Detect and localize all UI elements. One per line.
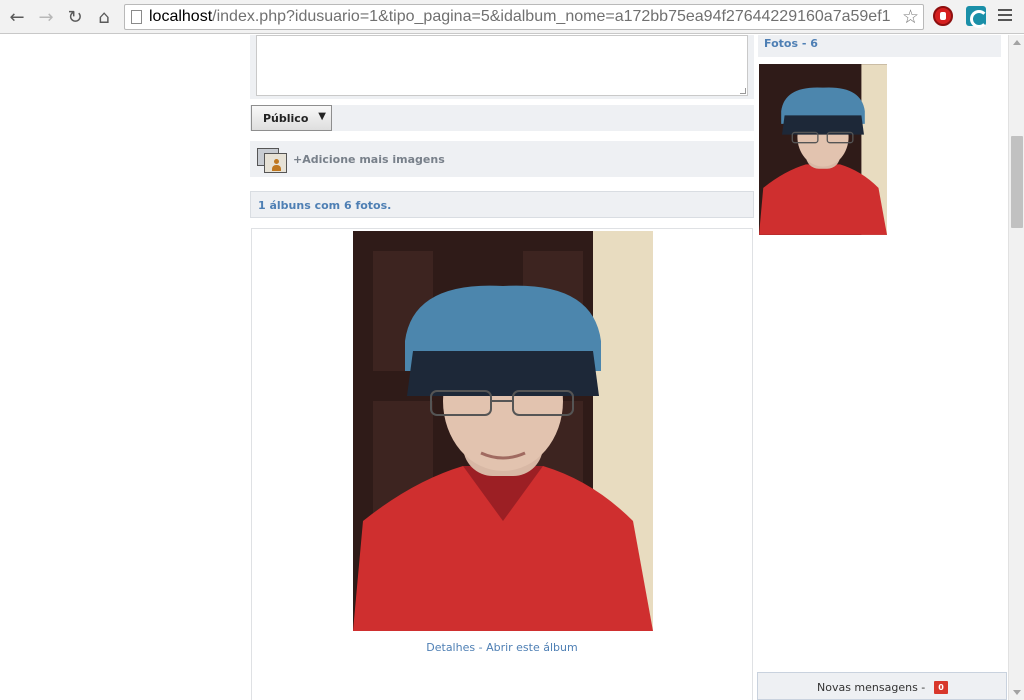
- scroll-thumb[interactable]: [1011, 136, 1023, 228]
- album-details-link[interactable]: Detalhes: [426, 641, 475, 654]
- home-icon[interactable]: ⌂: [93, 6, 115, 28]
- url-path: /index.php?idusuario=1&tipo_pagina=5&ida…: [212, 8, 891, 25]
- album-summary-bar: 1 álbuns com 6 fotos.: [250, 191, 754, 218]
- album-summary-text: 1 álbuns com 6 fotos.: [258, 199, 392, 212]
- photos-header-title[interactable]: Fotos - 6: [764, 37, 818, 50]
- forward-arrow-icon[interactable]: →: [35, 6, 57, 28]
- privacy-bar: Público ▼: [250, 105, 754, 131]
- back-arrow-icon[interactable]: ←: [6, 6, 28, 28]
- album-card: Detalhes - Abrir este álbum: [251, 228, 753, 700]
- new-messages-bar[interactable]: Novas mensagens - 0: [757, 672, 1007, 700]
- new-messages-label: Novas mensagens -: [817, 681, 926, 694]
- menu-icon[interactable]: [998, 9, 1012, 23]
- reload-icon[interactable]: ↻: [64, 6, 86, 28]
- stop-extension-icon[interactable]: [933, 6, 953, 26]
- page-scrollbar[interactable]: [1008, 35, 1024, 700]
- album-cover-photo[interactable]: [353, 231, 653, 631]
- post-composer: [250, 35, 754, 99]
- page-icon: [131, 10, 142, 24]
- privacy-select[interactable]: Público ▼: [251, 105, 332, 131]
- photo-thumbnail[interactable]: [759, 64, 887, 235]
- resize-grip-icon[interactable]: [740, 88, 746, 94]
- browser-toolbar: ← → ↻ ⌂ localhost/index.php?idusuario=1&…: [0, 0, 1024, 34]
- url-text[interactable]: localhost/index.php?idusuario=1&tipo_pag…: [149, 8, 897, 26]
- post-textarea[interactable]: [256, 35, 748, 96]
- privacy-select-value: Público: [263, 112, 309, 125]
- add-images-icon[interactable]: [257, 148, 287, 174]
- url-host: localhost: [149, 8, 213, 25]
- dropdown-arrow-icon: ▼: [318, 111, 326, 122]
- album-links: Detalhes - Abrir este álbum: [252, 641, 752, 654]
- extension-icon[interactable]: [966, 6, 988, 28]
- photos-header: Fotos - 6: [758, 35, 1001, 57]
- scroll-down-arrow-icon[interactable]: [1013, 690, 1021, 695]
- page-content: Público ▼ +Adicione mais imagens 1 álbun…: [0, 35, 1008, 700]
- album-links-separator: -: [475, 641, 487, 654]
- new-messages-count-badge: 0: [934, 681, 948, 694]
- bookmark-star-icon[interactable]: ☆: [902, 6, 919, 28]
- address-bar[interactable]: localhost/index.php?idusuario=1&tipo_pag…: [124, 4, 924, 30]
- add-images-link[interactable]: +Adicione mais imagens: [293, 153, 445, 166]
- add-images-bar: +Adicione mais imagens: [250, 141, 754, 177]
- open-album-link[interactable]: Abrir este álbum: [486, 641, 578, 654]
- scroll-up-arrow-icon[interactable]: [1013, 40, 1021, 45]
